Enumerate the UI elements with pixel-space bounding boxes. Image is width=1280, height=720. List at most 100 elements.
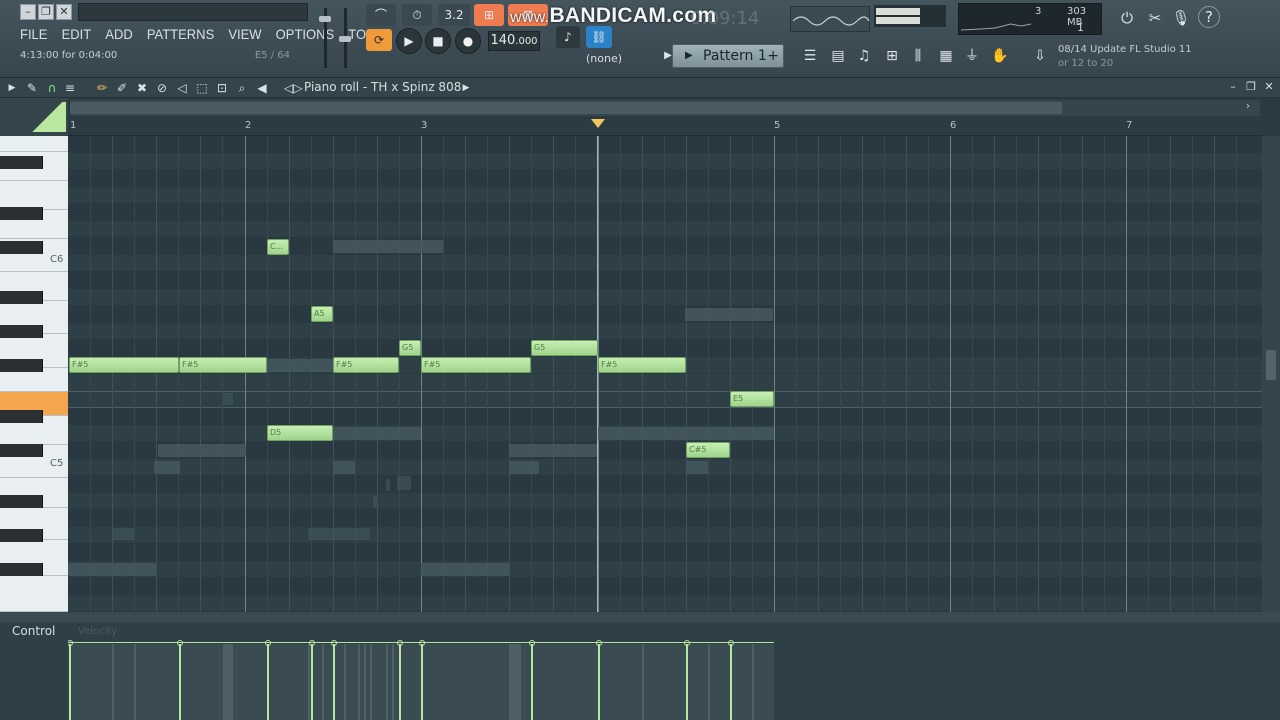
news-panel[interactable]: 08/14 Update FL Studio 11 or 12 to 20 <box>1058 43 1218 73</box>
step-sequencer-icon[interactable]: ▤ <box>826 44 850 68</box>
pattern-selector[interactable]: ▶ Pattern 1 + <box>672 44 784 68</box>
pr-minimize-icon[interactable]: – <box>1226 80 1240 94</box>
piano-roll-menu-icon[interactable]: ▶ <box>4 80 20 96</box>
pr-close-icon[interactable]: ✕ <box>1262 80 1276 94</box>
minimize-icon[interactable]: – <box>20 4 36 20</box>
velocity-handle[interactable] <box>529 640 535 646</box>
scroll-right-icon[interactable]: › <box>1246 101 1250 112</box>
slice-tool-icon[interactable]: ◁ <box>174 80 190 96</box>
velocity-bar[interactable] <box>421 644 423 720</box>
menu-file[interactable]: FILE <box>20 27 47 43</box>
velocity-bar[interactable] <box>311 644 313 720</box>
velocity-handle[interactable] <box>265 640 271 646</box>
white-key[interactable] <box>0 136 68 152</box>
velocity-handle[interactable] <box>419 640 425 646</box>
black-key[interactable] <box>0 156 43 169</box>
velocity-bar[interactable] <box>686 644 688 720</box>
snap-value[interactable]: 3.2 <box>438 4 470 26</box>
vertical-scrollbar[interactable] <box>1262 136 1280 612</box>
piano-roll-icon[interactable]: ♫ <box>852 44 876 68</box>
link-icon[interactable]: ⛓ <box>586 26 612 48</box>
search-icon[interactable]: ⌕ <box>234 80 250 96</box>
pr-restore-icon[interactable]: ❐ <box>1244 80 1258 94</box>
delete-tool-icon[interactable]: ✖ <box>134 80 150 96</box>
magnet-icon[interactable]: ∩ <box>44 80 60 96</box>
velocity-handle[interactable] <box>331 640 337 646</box>
velocity-handle[interactable] <box>684 640 690 646</box>
wait-input-icon[interactable]: ⏱ <box>402 4 432 26</box>
download-icon[interactable]: ⇩ <box>1028 44 1052 68</box>
close-icon[interactable]: ✕ <box>56 4 72 20</box>
control-splitter[interactable] <box>0 612 1280 622</box>
song-title-field[interactable] <box>78 3 308 21</box>
velocity-bar[interactable] <box>399 644 401 720</box>
power-icon[interactable]: ⏻ <box>1116 6 1138 30</box>
speaker-icon[interactable]: ◀ <box>254 80 270 96</box>
black-key[interactable] <box>0 359 43 372</box>
menu-view[interactable]: VIEW <box>228 27 261 43</box>
note-grid[interactable]: C... A5 G5 G5 F#5 F#5 F#5 F#5 F#5 E5 D5 … <box>68 136 1262 612</box>
horizontal-scrollbar[interactable]: › <box>70 100 1260 116</box>
black-key[interactable] <box>0 291 43 304</box>
control-label[interactable]: Control <box>12 624 55 638</box>
paint-tool-icon[interactable]: ✐ <box>114 80 130 96</box>
playlist-icon[interactable]: ☰ <box>798 44 822 68</box>
master-pitch-knob[interactable] <box>339 36 351 42</box>
audition-icon[interactable]: ◁▷ <box>284 80 302 96</box>
step-edit-icon[interactable]: ⊞ <box>474 4 504 26</box>
note[interactable]: C#5 <box>686 442 730 458</box>
note[interactable]: G5 <box>531 340 598 356</box>
velocity-handle[interactable] <box>728 640 734 646</box>
white-key[interactable] <box>0 181 68 210</box>
note[interactable]: F#5 <box>69 357 179 373</box>
note[interactable]: D5 <box>267 425 333 441</box>
black-key[interactable] <box>0 563 43 576</box>
velocity-bar[interactable] <box>69 644 71 720</box>
tempo-display[interactable]: 140.000 <box>488 31 540 51</box>
mute-tool-icon[interactable]: ⊘ <box>154 80 170 96</box>
note[interactable]: F#5 <box>333 357 399 373</box>
tempo-tapper-icon[interactable]: ✋ <box>988 44 1012 68</box>
white-key[interactable] <box>0 576 68 612</box>
menu-patterns[interactable]: PATTERNS <box>147 27 214 43</box>
vertical-scroll-thumb[interactable] <box>1266 350 1276 380</box>
metronome-icon[interactable]: ⌒ <box>366 4 396 26</box>
velocity-bar[interactable] <box>730 644 732 720</box>
plugin-icon[interactable]: ⏚ <box>960 44 984 68</box>
note[interactable]: F#5 <box>179 357 267 373</box>
velocity-handle[interactable] <box>309 640 315 646</box>
velocity-bar[interactable] <box>598 644 600 720</box>
note[interactable]: C... <box>267 239 289 255</box>
horizontal-scroll-thumb[interactable] <box>70 102 1062 114</box>
zoom-tool-icon[interactable]: ⊡ <box>214 80 230 96</box>
velocity-handle[interactable] <box>397 640 403 646</box>
channel-target[interactable]: (none) <box>586 52 644 68</box>
velocity-bar[interactable] <box>333 644 335 720</box>
menu-circle-icon[interactable]: ≡ <box>62 80 78 96</box>
stop-button[interactable]: ■ <box>425 28 451 54</box>
select-tool-icon[interactable]: ⬚ <box>194 80 210 96</box>
velocity-bar[interactable] <box>179 644 181 720</box>
title-arrow-icon[interactable]: ▶ <box>458 80 474 96</box>
note[interactable]: F#5 <box>421 357 531 373</box>
piano-keyboard[interactable]: C6 C5 <box>0 136 68 612</box>
draw-tool-icon[interactable]: ✏ <box>94 80 110 96</box>
black-key[interactable] <box>0 529 43 542</box>
menu-add[interactable]: ADD <box>105 27 132 43</box>
velocity-bar[interactable] <box>267 644 269 720</box>
velocity-handle[interactable] <box>596 640 602 646</box>
microphone-icon[interactable]: 🎙 <box>1170 6 1192 30</box>
restore-icon[interactable]: ❐ <box>38 4 54 20</box>
pattern-picker-icon[interactable]: ♪ <box>556 26 580 48</box>
velocity-bar[interactable] <box>531 644 533 720</box>
black-key[interactable] <box>0 495 43 508</box>
add-pattern-icon[interactable]: + <box>767 45 779 67</box>
browser-icon[interactable]: ⊞ <box>880 44 904 68</box>
record-button[interactable]: ● <box>455 28 481 54</box>
tools-wrench-icon[interactable]: ✎ <box>24 80 40 96</box>
loop-icon[interactable]: ⟳ <box>366 29 392 51</box>
note[interactable]: G5 <box>399 340 421 356</box>
master-volume-knob[interactable] <box>319 16 331 22</box>
help-icon[interactable]: ? <box>1198 6 1220 28</box>
mixer-icon[interactable]: ⫼ <box>906 44 930 68</box>
